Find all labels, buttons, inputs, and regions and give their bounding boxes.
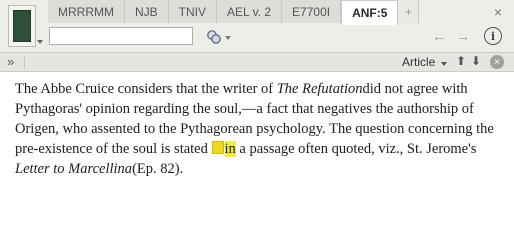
article-dropdown[interactable]: Article — [402, 55, 435, 69]
section-strip: » Article ⬆ ⬇ × — [0, 52, 514, 72]
tab-ael-v2[interactable]: AEL v. 2 — [217, 0, 283, 23]
info-icon[interactable]: i — [484, 27, 502, 45]
back-arrow-icon[interactable]: ← — [432, 28, 446, 44]
clear-icon[interactable]: × — [490, 55, 504, 69]
library-book-icon[interactable] — [8, 5, 43, 47]
book-icon — [13, 10, 31, 42]
tab-njb[interactable]: NJB — [125, 0, 169, 23]
article-text: The Abbe Cruice considers that the write… — [15, 79, 505, 179]
parallel-resources-icon[interactable] — [206, 29, 222, 45]
expand-chevron-icon[interactable]: » — [7, 54, 14, 69]
text-segment: a passage often quoted, viz., St. Jerome… — [235, 141, 477, 157]
tab-mrrrmm[interactable]: MRRRMM — [48, 0, 125, 23]
next-down-icon[interactable]: ⬇ — [471, 54, 481, 68]
book-title: The Refutation — [276, 81, 363, 97]
add-tab-button[interactable]: + — [398, 0, 420, 23]
text-segment: The Abbe Cruice considers that the write… — [15, 81, 277, 97]
toolbar: MRRRMM NJB TNIV AEL v. 2 E7700I ANF:5 + … — [0, 0, 514, 72]
highlighted-word: in — [224, 141, 236, 157]
close-tab-button[interactable]: × — [494, 4, 502, 20]
previous-up-icon[interactable]: ⬆ — [456, 54, 466, 68]
tab-anf5[interactable]: ANF:5 — [341, 0, 399, 25]
highlight-marker-icon — [211, 141, 224, 154]
tab-e7700i[interactable]: E7700I — [282, 0, 342, 23]
chevron-down-icon[interactable] — [225, 36, 231, 40]
forward-arrow-icon[interactable]: → — [456, 28, 470, 44]
resource-tabs: MRRRMM NJB TNIV AEL v. 2 E7700I ANF:5 + — [48, 0, 420, 25]
divider — [24, 56, 25, 69]
chevron-down-icon[interactable] — [441, 62, 447, 66]
search-input[interactable] — [49, 27, 193, 45]
text-segment: (Ep. 82). — [132, 161, 184, 177]
book-title: Letter to Marcellina — [15, 161, 133, 177]
tab-tniv[interactable]: TNIV — [168, 0, 218, 23]
chevron-down-icon — [37, 40, 43, 44]
